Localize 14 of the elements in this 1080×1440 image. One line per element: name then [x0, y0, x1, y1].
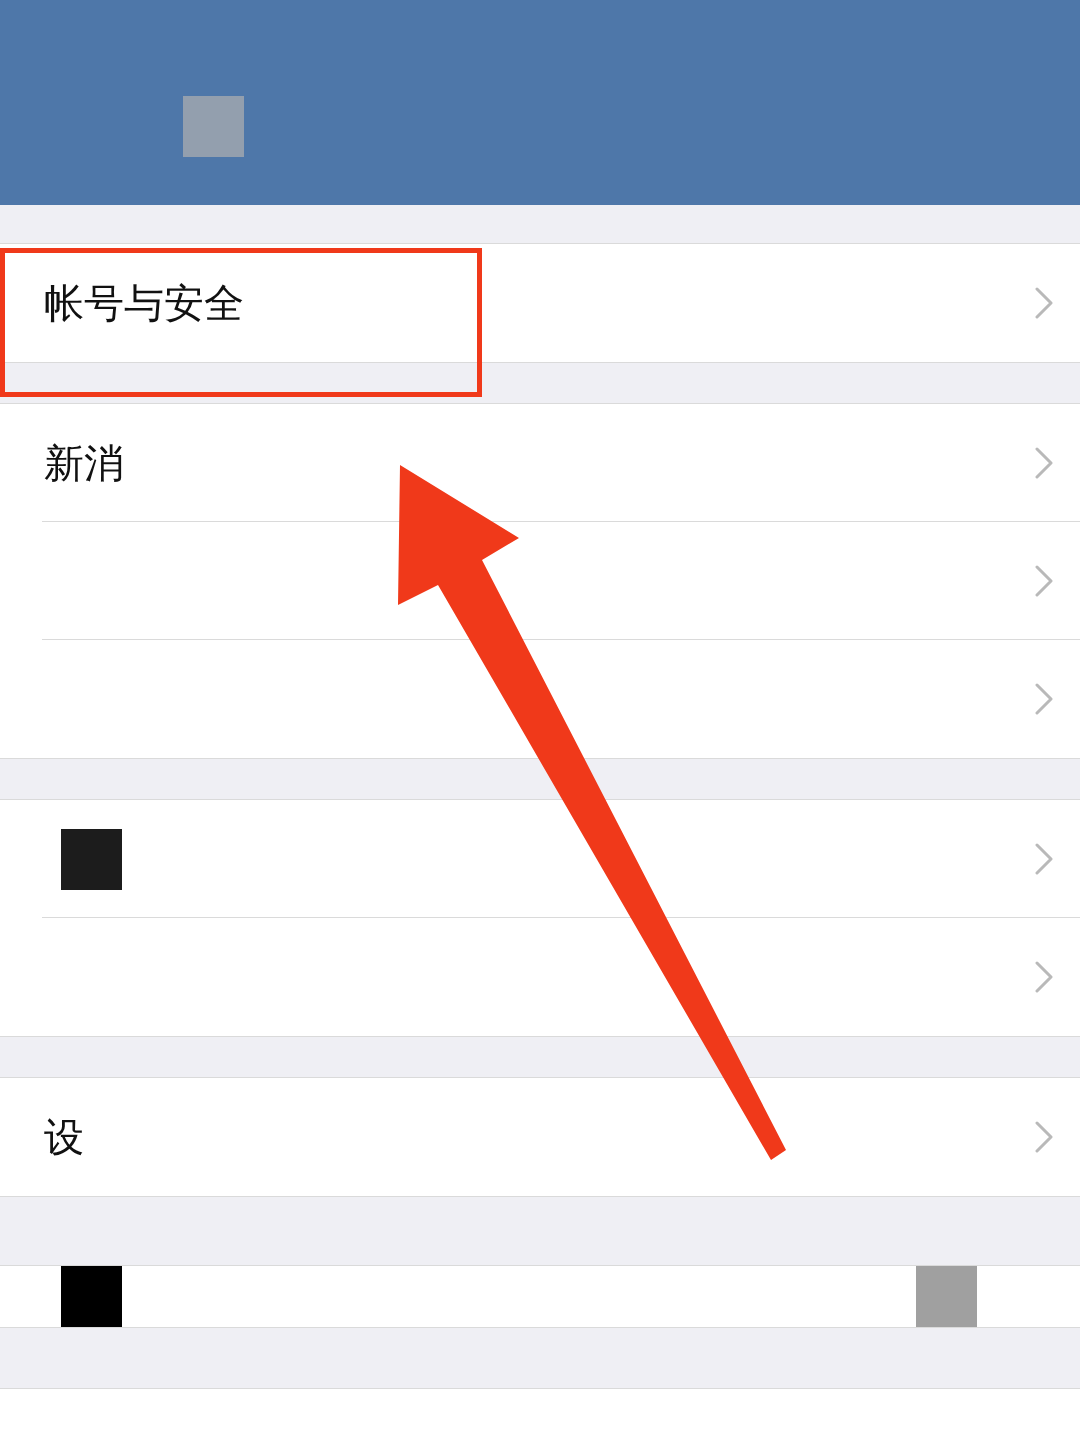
chevron-icon [1035, 961, 1053, 993]
chevron-icon [1035, 565, 1053, 597]
redaction-block [916, 1266, 977, 1327]
chevron-icon [1035, 447, 1053, 479]
chevron-icon [1035, 683, 1053, 715]
chevron-icon [1035, 287, 1053, 319]
settings-row[interactable] [0, 800, 1080, 918]
settings-row[interactable] [0, 1266, 1080, 1327]
settings-row[interactable]: 帐号与安全 [0, 244, 1080, 362]
settings-row[interactable]: 设 [0, 1078, 1080, 1196]
chevron-icon [1035, 843, 1053, 875]
settings-row[interactable]: 新消 [0, 404, 1080, 522]
chevron-icon [1035, 1121, 1053, 1153]
redaction-block [183, 96, 244, 157]
